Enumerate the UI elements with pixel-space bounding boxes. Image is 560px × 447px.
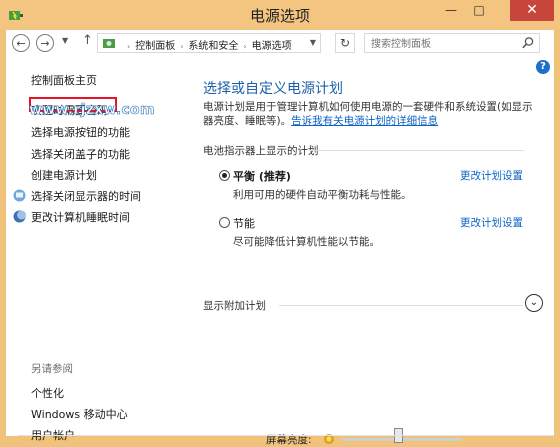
change-plan-settings-link[interactable]: 更改计划设置 <box>460 168 523 183</box>
plan-desc-power-saver: 尽可能降低计算机性能以节能。 <box>233 236 380 248</box>
breadcrumb-item[interactable]: 系统和安全 <box>188 41 238 52</box>
magnifier-icon[interactable] <box>521 36 535 50</box>
forward-button[interactable]: → <box>36 34 54 52</box>
arrow-up-icon: ↑ <box>82 33 93 48</box>
show-additional-plans[interactable]: 显示附加计划 <box>203 298 266 313</box>
minimize-button[interactable]: — <box>438 0 464 21</box>
refresh-icon: ↻ <box>339 36 351 50</box>
back-button[interactable]: ← <box>12 34 30 52</box>
refresh-button[interactable]: ↻ <box>335 33 355 53</box>
sidebar-item-control-panel-home[interactable]: 控制面板主页 <box>31 72 97 88</box>
sidebar-item-display-off[interactable]: 选择关闭显示器的时间 <box>31 188 141 204</box>
watermark-text: www.rjzxw.com <box>29 102 155 119</box>
sidebar-item-sleep-time[interactable]: 更改计算机睡眠时间 <box>31 209 130 225</box>
close-button[interactable]: ✕ <box>510 0 554 21</box>
divider <box>310 150 524 151</box>
control-panel-icon <box>103 39 115 48</box>
plan-radio-power-saver[interactable] <box>219 217 230 228</box>
change-plan-settings-link[interactable]: 更改计划设置 <box>460 215 523 230</box>
maximize-button[interactable]: □ <box>466 0 492 21</box>
main-content: 选择或自定义电源计划 电源计划是用于管理计算机如何使用电源的一套硬件和系统设置(… <box>172 56 554 446</box>
monitor-icon <box>13 189 26 202</box>
plan-name-power-saver[interactable]: 节能 <box>233 215 255 231</box>
breadcrumb-item[interactable]: 电源选项 <box>252 41 292 52</box>
arrow-right-icon: → <box>40 37 50 50</box>
up-button[interactable]: ↑ <box>82 33 93 48</box>
see-also-personalization[interactable]: 个性化 <box>31 385 64 401</box>
window-client-area: ← → ▼ ↑ ›控制面板›系统和安全›电源选项 ▼ ↻ ? 控制面板主页 唤醒… <box>6 30 554 446</box>
moon-icon <box>13 210 26 223</box>
arrow-left-icon: ← <box>16 37 26 50</box>
navigation-bar: ← → ▼ ↑ › 控制面板 › 系统和安全 › 电源选项 ▼ ↻ <box>6 30 554 56</box>
search-input[interactable] <box>365 34 523 54</box>
plan-desc-balanced: 利用可用的硬件自动平衡功耗与性能。 <box>233 189 412 201</box>
breadcrumb: › 控制面板 › 系统和安全 › 电源选项 <box>127 41 292 52</box>
plan-radio-balanced[interactable] <box>219 170 230 181</box>
sidebar-item-power-buttons[interactable]: 选择电源按钮的功能 <box>31 124 130 140</box>
page-title: 选择或自定义电源计划 <box>203 81 343 97</box>
title-bar: 电源选项 — □ ✕ <box>0 0 560 30</box>
sidebar-item-create-plan[interactable]: 创建电源计划 <box>31 167 97 183</box>
recent-locations-dropdown[interactable]: ▼ <box>62 36 68 45</box>
see-also-heading: 另请参阅 <box>31 363 73 375</box>
divider <box>279 305 523 306</box>
chevron-down-icon: ⌄ <box>529 297 539 308</box>
page-description: 电源计划是用于管理计算机如何使用电源的一套硬件和系统设置(如显示器亮度、睡眠等)… <box>203 100 539 128</box>
sidebar: 控制面板主页 唤醒时需要密码 www.rjzxw.com 选择电源按钮的功能 选… <box>6 56 166 442</box>
plan-group-title: 电池指示器上显示的计划 <box>203 145 319 157</box>
address-bar[interactable]: › 控制面板 › 系统和安全 › 电源选项 ▼ <box>97 33 321 53</box>
address-dropdown[interactable]: ▼ <box>310 38 316 47</box>
expand-button[interactable]: ⌄ <box>525 294 543 312</box>
search-box <box>364 33 540 54</box>
see-also-mobility-center[interactable]: Windows 移动中心 <box>31 406 128 422</box>
sidebar-item-lid-close[interactable]: 选择关闭盖子的功能 <box>31 146 130 162</box>
learn-more-link[interactable]: 告诉我有关电源计划的详细信息 <box>291 115 438 127</box>
breadcrumb-item[interactable]: 控制面板 <box>135 41 175 52</box>
plan-name-balanced[interactable]: 平衡 (推荐) <box>233 168 291 184</box>
